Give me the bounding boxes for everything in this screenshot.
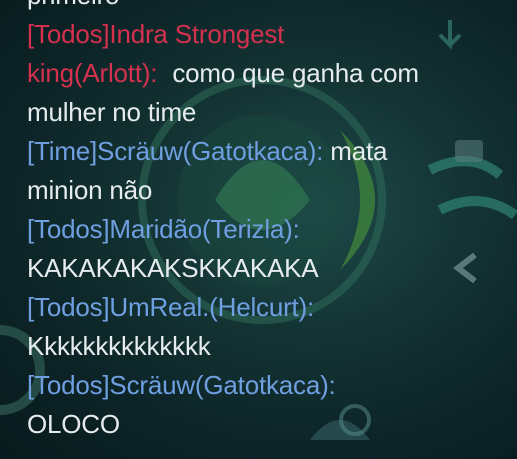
chat-sender: [Todos]Indra Strongest (27, 19, 285, 49)
chat-sender: [Todos]UmReal.(Helcurt): (27, 292, 315, 322)
chat-sender: [Todos]Maridão(Terizla): (27, 214, 300, 244)
chat-cut-off-text: primeiro (27, 0, 507, 15)
chat-message-text: mulher no time (27, 97, 197, 127)
chat-log: primeiro [Todos]Indra Strongest king(Arl… (27, 0, 507, 444)
chat-message-text: como que ganha com (172, 58, 419, 88)
chat-message-text: Kkkkkkkkkkkkkk (27, 331, 211, 361)
chat-sender: king(Arlott): (27, 58, 158, 88)
chat-sender: [Todos]Scräuw(Gatotkaca): (27, 370, 336, 400)
chat-message-text: minion não (27, 175, 153, 205)
chat-message-text: OLOCO (27, 409, 120, 439)
chat-message-text: mata (330, 136, 388, 166)
chat-message-text: KAKAKAKAKSKKAKAKA (27, 253, 319, 283)
chat-sender: [Time]Scräuw(Gatotkaca): (27, 136, 324, 166)
